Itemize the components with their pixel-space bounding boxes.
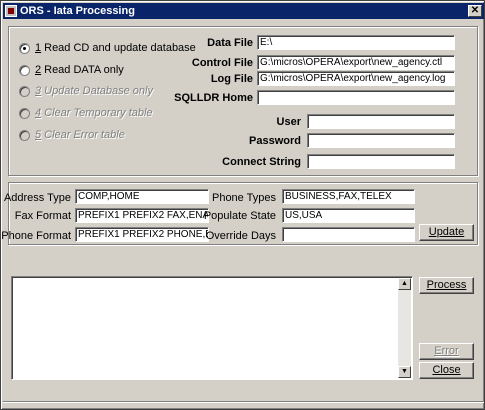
option-number: 2 — [35, 64, 42, 76]
address-type-label: Address Type — [3, 192, 71, 204]
phone-format-label: Phone Format — [1, 230, 71, 242]
process-button[interactable]: Process — [419, 277, 474, 294]
option-label: Clear Error table — [44, 129, 125, 141]
user-label: User — [276, 116, 301, 128]
radio-button-disabled — [19, 107, 30, 119]
bottom-divider — [3, 401, 484, 403]
populate-state-label: Populate State — [203, 210, 276, 222]
option-label: Read CD and update database — [44, 42, 196, 54]
phone-types-label: Phone Types — [211, 192, 276, 204]
update-button[interactable]: Update — [419, 224, 474, 241]
log-file-field[interactable]: G:\micros\OPERA\export\new_agency.log — [257, 71, 455, 86]
option-read-data-only[interactable]: 2 Read DATA only — [19, 63, 124, 77]
password-label: Password — [249, 135, 301, 147]
error-button-label: Error — [434, 345, 459, 357]
password-field[interactable] — [307, 133, 455, 148]
ors-iata-window: ORS - Iata Processing ✕ 1 Read CD and upd… — [0, 0, 485, 410]
window-title: ORS - Iata Processing — [20, 5, 135, 17]
log-scrollbar[interactable]: ▲ ▼ — [398, 278, 411, 378]
scroll-down-icon[interactable]: ▼ — [398, 366, 411, 378]
option-number: 5 — [35, 129, 42, 141]
address-type-field[interactable]: COMP,HOME — [75, 189, 209, 204]
data-file-label: Data File — [207, 37, 253, 49]
title-bar[interactable]: ORS - Iata Processing ✕ — [3, 3, 484, 19]
error-button: Error — [419, 343, 474, 360]
sqlldr-home-field[interactable] — [257, 90, 455, 105]
process-button-label: Process — [426, 279, 467, 291]
update-button-label: Update — [428, 226, 465, 238]
option-label: Update Database only — [44, 85, 153, 97]
radio-button-disabled — [19, 85, 30, 97]
fax-format-label: Fax Format — [14, 210, 71, 222]
override-days-field[interactable] — [282, 227, 415, 242]
user-field[interactable] — [307, 114, 455, 129]
option-label: Read DATA only — [44, 64, 124, 76]
radio-button-disabled — [19, 129, 30, 141]
option-clear-error-table: 5 Clear Error table — [19, 128, 125, 142]
radio-button-checked[interactable] — [19, 42, 30, 54]
phone-types-field[interactable]: BUSINESS,FAX,TELEX — [282, 189, 415, 204]
app-icon — [5, 5, 17, 17]
connect-string-label: Connect String — [222, 156, 301, 168]
option-number: 3 — [35, 85, 42, 97]
close-button-label: Close — [432, 364, 461, 376]
option-number: 1 — [35, 42, 42, 54]
populate-state-field[interactable]: US,USA — [282, 208, 415, 223]
sqlldr-home-label: SQLLDR Home — [174, 92, 253, 104]
connect-string-field[interactable] — [307, 154, 455, 169]
control-file-field[interactable]: G:\micros\OPERA\export\new_agency.ctl — [257, 55, 455, 70]
option-number: 4 — [35, 107, 42, 119]
option-read-cd-update[interactable]: 1 Read CD and update database — [19, 41, 196, 55]
data-file-field[interactable]: E:\ — [257, 35, 455, 50]
radio-button[interactable] — [19, 64, 30, 76]
option-clear-temporary-table: 4 Clear Temporary table — [19, 106, 153, 120]
control-file-label: Control File — [191, 57, 253, 69]
fax-format-field[interactable]: PREFIX1 PREFIX2 FAX,ENABLE — [75, 208, 209, 223]
option-label: Clear Temporary table — [44, 107, 153, 119]
override-days-label: Override Days — [205, 230, 276, 242]
close-button[interactable]: Close — [419, 362, 474, 379]
phone-format-field[interactable]: PREFIX1 PREFIX2 PHONE,ENA — [75, 227, 209, 242]
scroll-up-icon[interactable]: ▲ — [398, 278, 411, 290]
log-file-label: Log File — [210, 73, 253, 85]
option-update-database-only: 3 Update Database only — [19, 84, 153, 98]
window-close-button[interactable]: ✕ — [468, 5, 482, 17]
process-log-list[interactable]: ▲ ▼ — [11, 276, 413, 380]
